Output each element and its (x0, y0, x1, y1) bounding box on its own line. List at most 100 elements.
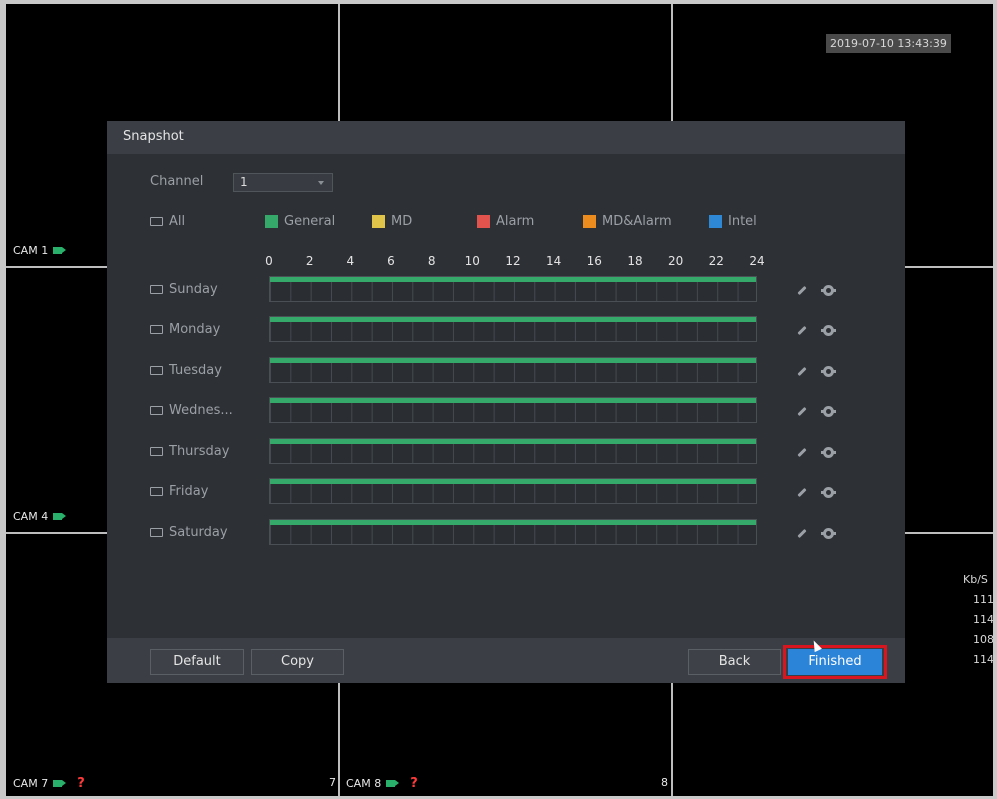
cam-4-label: CAM 4 (13, 510, 67, 523)
day-label: Thursday (169, 444, 230, 459)
hour-tick: 12 (505, 254, 521, 268)
hour-tick: 16 (586, 254, 602, 268)
dialog-title: Snapshot (123, 129, 184, 144)
snapshot-dialog: Snapshot Channel 1 All General MD Alarm … (107, 121, 905, 683)
gear-icon[interactable] (821, 528, 836, 539)
bitrate-value: 114 (973, 653, 993, 666)
legend-general[interactable]: General (265, 214, 335, 229)
schedule-fill (270, 317, 756, 322)
hour-tick: 18 (627, 254, 643, 268)
legend-intel[interactable]: Intel (709, 214, 757, 229)
pencil-icon[interactable] (797, 285, 807, 296)
cam-1-label: CAM 1 (13, 244, 67, 257)
hour-tick: 4 (346, 254, 355, 268)
pencil-icon[interactable] (797, 528, 807, 539)
schedule-bar-tuesday[interactable] (269, 357, 757, 383)
hour-tick: 8 (427, 254, 436, 268)
channel-value: 1 (240, 175, 248, 189)
day-checkbox-wednesday[interactable]: Wednes... (150, 403, 233, 418)
schedule-fill (270, 277, 756, 282)
copy-button[interactable]: Copy (251, 649, 344, 675)
legend-md-alarm[interactable]: MD&Alarm (583, 214, 672, 229)
day-checkbox-monday[interactable]: Monday (150, 322, 220, 337)
schedule-fill (270, 439, 756, 444)
gear-icon[interactable] (821, 325, 836, 336)
checkbox-icon (150, 447, 163, 456)
bitrate-unit: Kb/S (963, 573, 988, 586)
pencil-icon[interactable] (797, 366, 807, 377)
camera-recording-icon (386, 780, 400, 787)
day-checkbox-thursday[interactable]: Thursday (150, 444, 229, 459)
legend-swatch (583, 215, 596, 228)
pencil-icon[interactable] (797, 325, 807, 336)
day-checkbox-saturday[interactable]: Saturday (150, 525, 228, 540)
channel-select[interactable]: 1 (233, 173, 333, 192)
checkbox-icon (150, 366, 163, 375)
gear-icon[interactable] (821, 285, 836, 296)
schedule-bar-thursday[interactable] (269, 438, 757, 464)
camera-recording-icon (53, 247, 67, 254)
legend-swatch (372, 215, 385, 228)
cam-8-label: CAM 8 ? (346, 776, 418, 791)
bitrate-value: 108 (973, 633, 993, 646)
dialog-header: Snapshot (107, 121, 905, 154)
legend-alarm[interactable]: Alarm (477, 214, 534, 229)
cam-7-label: CAM 7 ? (13, 776, 85, 791)
day-label: Tuesday (169, 363, 222, 378)
schedule-bar-saturday[interactable] (269, 519, 757, 545)
checkbox-icon (150, 217, 163, 226)
bitrate-value: 111 (973, 593, 993, 606)
hour-tick: 24 (749, 254, 765, 268)
unknown-status-icon: ? (77, 776, 85, 791)
legend-label: MD&Alarm (602, 214, 672, 229)
gear-icon[interactable] (821, 406, 836, 417)
checkbox-icon (150, 487, 163, 496)
schedule-bar-friday[interactable] (269, 478, 757, 504)
gear-icon[interactable] (821, 487, 836, 498)
hour-tick: 10 (464, 254, 480, 268)
schedule-fill (270, 398, 756, 403)
hour-tick: 0 (265, 254, 273, 268)
schedule-fill (270, 358, 756, 363)
legend-label: Intel (728, 214, 757, 229)
schedule-bar-monday[interactable] (269, 316, 757, 342)
chevron-down-icon (318, 181, 324, 185)
day-label: Friday (169, 484, 209, 499)
unknown-status-icon: ? (410, 776, 418, 791)
channel-number: 7 (329, 776, 336, 789)
schedule-bar-sunday[interactable] (269, 276, 757, 302)
camera-recording-icon (53, 780, 67, 787)
day-checkbox-sunday[interactable]: Sunday (150, 282, 218, 297)
camera-recording-icon (53, 513, 67, 520)
bitrate-value: 114 (973, 613, 993, 626)
day-checkbox-tuesday[interactable]: Tuesday (150, 363, 222, 378)
day-label: Sunday (169, 282, 218, 297)
pencil-icon[interactable] (797, 447, 807, 458)
gear-icon[interactable] (821, 447, 836, 458)
hour-tick: 22 (708, 254, 724, 268)
channel-number: 8 (661, 776, 668, 789)
checkbox-icon (150, 528, 163, 537)
back-button[interactable]: Back (688, 649, 781, 675)
pencil-icon[interactable] (797, 406, 807, 417)
schedule-bar-wednesday[interactable] (269, 397, 757, 423)
legend-swatch (265, 215, 278, 228)
legend-md[interactable]: MD (372, 214, 412, 229)
day-checkbox-friday[interactable]: Friday (150, 484, 208, 499)
legend-label: General (284, 214, 336, 229)
cam-name: CAM 4 (13, 510, 49, 523)
hour-tick: 20 (668, 254, 684, 268)
default-button[interactable]: Default (150, 649, 244, 675)
all-days-checkbox[interactable]: All (150, 214, 185, 229)
legend-swatch (709, 215, 722, 228)
cam-name: CAM 7 (13, 777, 49, 790)
legend-label: Alarm (496, 214, 535, 229)
pencil-icon[interactable] (797, 487, 807, 498)
gear-icon[interactable] (821, 366, 836, 377)
hour-tick: 2 (305, 254, 314, 268)
schedule-fill (270, 520, 756, 525)
legend-label: MD (391, 214, 413, 229)
day-label: Monday (169, 322, 221, 337)
channel-label: Channel (150, 174, 204, 189)
highlight-box (783, 645, 887, 679)
